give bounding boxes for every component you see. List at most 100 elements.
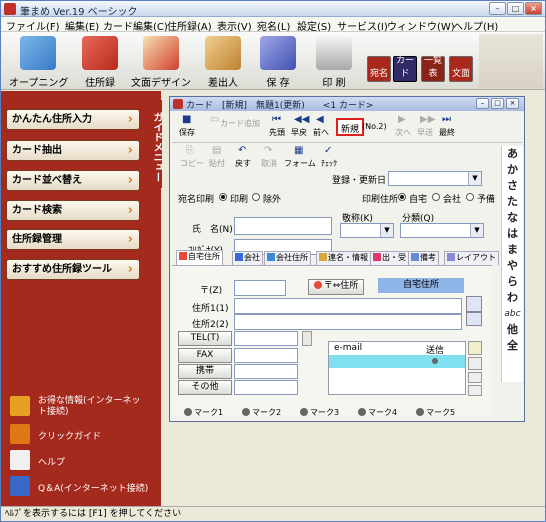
tab-joint-info[interactable]: 連名・情報 — [316, 251, 371, 265]
other-button[interactable]: その他 — [178, 380, 232, 395]
sender-button[interactable]: 差出人 — [197, 34, 249, 89]
tel-spin-icon[interactable] — [302, 331, 312, 346]
print-off-radio[interactable] — [252, 193, 260, 201]
addr-home-radio[interactable] — [398, 193, 406, 201]
left-menu-card-sort[interactable]: カード並べ替え › — [6, 170, 140, 191]
guide-menu-tab[interactable]: ガイドメニュー — [140, 100, 162, 188]
check-button[interactable]: ✓ ﾁｪｯｸ — [318, 145, 340, 169]
kana-index-other[interactable]: 他 — [502, 322, 523, 338]
category-combo[interactable]: ▼ — [400, 223, 484, 238]
tab-layout[interactable]: レイアウト — [444, 251, 499, 265]
form-button[interactable]: ▦ フォーム — [284, 145, 316, 169]
email-down-icon[interactable] — [468, 385, 482, 396]
maximize-button[interactable]: □ — [507, 2, 524, 15]
tab-home-address[interactable]: 自宅住所 — [176, 250, 223, 265]
kana-index-a[interactable]: あ — [502, 146, 523, 162]
fax-input[interactable] — [234, 348, 298, 363]
fax-button[interactable]: FAX — [178, 348, 232, 363]
address-book-button[interactable]: 住所録 — [77, 34, 123, 89]
address1-input[interactable] — [234, 298, 462, 314]
mobile-input[interactable] — [234, 364, 298, 379]
email-row[interactable] — [329, 355, 465, 368]
menu-address-book[interactable]: 住所録(A) — [167, 18, 212, 33]
kana-index-ka[interactable]: か — [502, 162, 523, 178]
tab-send-receive[interactable]: 出・受 — [370, 251, 409, 265]
mark-2[interactable]: マーク2 — [242, 407, 281, 418]
menu-edit[interactable]: 編集(E) — [65, 18, 99, 33]
view-list-button[interactable]: 一覧表 — [421, 56, 445, 82]
card-add-button[interactable]: ▭ カード追加 — [202, 113, 262, 139]
minimize-button[interactable]: – — [489, 2, 506, 15]
mark-3[interactable]: マーク3 — [300, 407, 339, 418]
addr-spare-radio[interactable] — [466, 193, 474, 201]
tab-notes[interactable]: 備考 — [408, 251, 439, 265]
print-on-radio[interactable] — [219, 193, 227, 201]
save-toolbar-button[interactable]: 保 存 — [255, 34, 301, 89]
kana-index-sa[interactable]: さ — [502, 178, 523, 194]
card-close-button[interactable]: × — [506, 98, 519, 109]
menu-window[interactable]: ウィンドウ(W) — [387, 18, 455, 33]
name-input[interactable] — [234, 217, 332, 235]
tab-company-address[interactable]: 会社住所 — [264, 251, 311, 265]
menu-card-edit[interactable]: カード編集(C) — [103, 18, 168, 33]
kana-index-ra[interactable]: ら — [502, 274, 523, 290]
zip-input[interactable] — [234, 280, 286, 296]
card-new-button[interactable]: 新規 — [336, 118, 364, 136]
opening-button[interactable]: オープニング — [9, 34, 68, 89]
card-first-button[interactable]: ⏮ 先頭 — [266, 113, 288, 139]
left-menu-address-book-manage[interactable]: 住所録管理 › — [6, 229, 140, 250]
mobile-button[interactable]: 携帯 — [178, 364, 232, 379]
menu-service[interactable]: サービス(I) — [337, 18, 388, 33]
honorific-combo[interactable]: ▼ — [340, 223, 394, 238]
card-maximize-button[interactable]: □ — [491, 98, 504, 109]
zip-convert-button[interactable]: 〒⇔住所 — [308, 279, 364, 295]
email-remove-icon[interactable] — [468, 357, 482, 370]
undo-button[interactable]: ↶ 戻す — [232, 145, 254, 169]
link-deals[interactable]: お得な情報(インターネット接続) — [10, 396, 150, 418]
kana-index-na[interactable]: な — [502, 210, 523, 226]
menu-file[interactable]: ファイル(F) — [6, 18, 60, 33]
tel-button[interactable]: TEL(T) — [178, 331, 232, 346]
menu-atena[interactable]: 宛名(L) — [257, 18, 290, 33]
mark-5[interactable]: マーク5 — [416, 407, 455, 418]
card-fastforward-button[interactable]: ▶▶ 早送 — [414, 113, 436, 139]
other-input[interactable] — [234, 380, 298, 395]
kana-index-wa[interactable]: わ — [502, 290, 523, 306]
link-help[interactable]: ヘルプ — [10, 450, 150, 470]
view-atena-button[interactable]: 宛名 — [367, 56, 391, 82]
design-button[interactable]: 文面デザイン — [131, 34, 191, 89]
kana-index-ta[interactable]: た — [502, 194, 523, 210]
address-search-icon[interactable] — [466, 312, 482, 326]
tab-company[interactable]: 会社 — [232, 251, 263, 265]
kana-index-ya[interactable]: や — [502, 258, 523, 274]
reg-date-combo[interactable]: ▼ — [388, 171, 482, 186]
print-toolbar-button[interactable]: 印 刷 — [311, 34, 357, 89]
link-click-guide[interactable]: クリックガイド — [10, 424, 150, 444]
address2-input[interactable] — [234, 314, 462, 330]
view-card-button[interactable]: カード — [393, 56, 417, 82]
menu-view[interactable]: 表示(V) — [217, 18, 252, 33]
left-menu-card-search[interactable]: カード検索 › — [6, 200, 140, 221]
copy-button[interactable]: ⎘ コピー — [180, 145, 204, 169]
menu-help[interactable]: ヘルプ(H) — [453, 18, 498, 33]
mark-1[interactable]: マーク1 — [184, 407, 223, 418]
cancel-button[interactable]: ↷ 取消 — [258, 145, 280, 169]
left-menu-card-extract[interactable]: カード抽出 › — [6, 140, 140, 161]
kana-index-ma[interactable]: ま — [502, 242, 523, 258]
menu-settings[interactable]: 設定(S) — [297, 18, 331, 33]
link-qa[interactable]: Q＆A(インターネット接続) — [10, 476, 150, 496]
card-prev-button[interactable]: ◀ 前へ — [310, 113, 332, 139]
kana-index-abc[interactable]: abc — [502, 306, 523, 322]
card-save-button[interactable]: ■ 保存 — [174, 113, 200, 139]
card-minimize-button[interactable]: – — [476, 98, 489, 109]
view-bunmen-button[interactable]: 文面 — [449, 56, 473, 82]
kana-index-ha[interactable]: は — [502, 226, 523, 242]
mark-4[interactable]: マーク4 — [358, 407, 397, 418]
tel-input[interactable] — [234, 331, 298, 346]
card-next-button[interactable]: ▶ 次へ — [392, 113, 414, 139]
email-add-icon[interactable] — [468, 341, 482, 355]
left-menu-recommended-tools[interactable]: おすすめ住所録ツール › — [6, 259, 140, 280]
close-button[interactable]: × — [525, 2, 542, 15]
kana-index-all[interactable]: 全 — [502, 338, 523, 354]
paste-button[interactable]: ▤ 貼付 — [206, 145, 228, 169]
